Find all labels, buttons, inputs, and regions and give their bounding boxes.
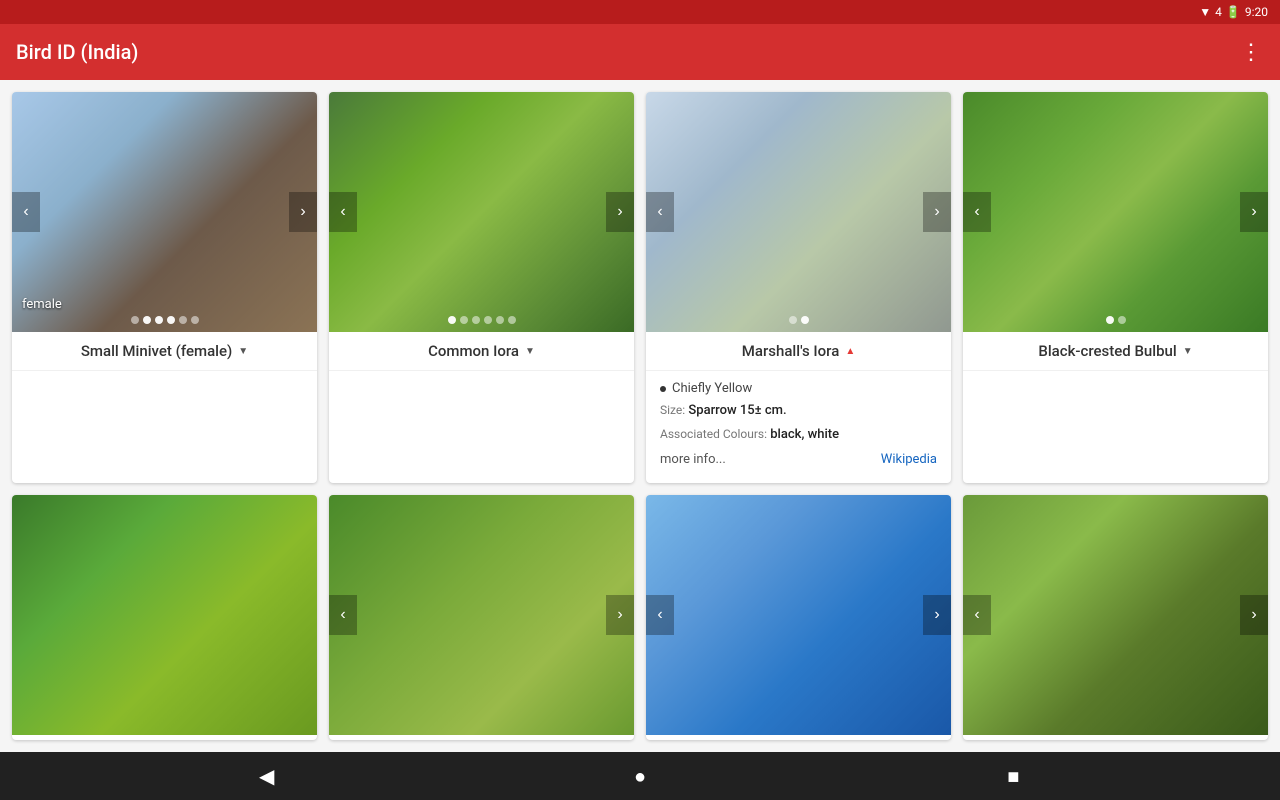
dot-2 — [143, 316, 151, 324]
card-title-row-black-crested[interactable]: Black-crested Bulbul ▼ — [963, 332, 1268, 371]
card-row2-4: ‹ › — [963, 495, 1268, 740]
prev-btn-row2-3[interactable]: ‹ — [646, 595, 674, 635]
size-line: Size: Sparrow 15± cm. — [660, 402, 937, 420]
app-title: Bird ID (India) — [16, 40, 138, 64]
dot-5 — [179, 316, 187, 324]
next-btn-row2-3[interactable]: › — [923, 595, 951, 635]
more-info-link[interactable]: more info... — [660, 452, 726, 467]
dot-4 — [167, 316, 175, 324]
card-row2-3: ‹ › — [646, 495, 951, 740]
title-arrow-black-crested: ▼ — [1183, 346, 1193, 357]
bottom-nav: ◀ ● ■ — [0, 752, 1280, 800]
next-btn-black-crested[interactable]: › — [1240, 192, 1268, 232]
dots-black-crested — [1106, 316, 1126, 324]
menu-button[interactable]: ⋮ — [1240, 40, 1264, 65]
status-icons: ▼ 4 🔋 9:20 — [1199, 5, 1268, 19]
size-value: Sparrow 15± cm. — [688, 403, 786, 418]
dot-ci-6 — [508, 316, 516, 324]
dots-small-minivet — [131, 316, 199, 324]
dot-ci-1 — [448, 316, 456, 324]
recents-button[interactable]: ■ — [993, 756, 1033, 796]
prev-btn-row2-4[interactable]: ‹ — [963, 595, 991, 635]
dots-marshalls-iora — [789, 316, 809, 324]
dot-mi-2 — [801, 316, 809, 324]
card-title-row-small-minivet[interactable]: Small Minivet (female) ▼ — [12, 332, 317, 371]
next-btn-row2-4[interactable]: › — [1240, 595, 1268, 635]
status-bar: ▼ 4 🔋 9:20 — [0, 0, 1280, 24]
card-common-iora: ‹ › Common Iora ▼ — [329, 92, 634, 483]
card-image-black-crested-bulbul: ‹ › — [963, 92, 1268, 332]
home-button[interactable]: ● — [620, 756, 660, 796]
card-info-marshalls-iora: Chiefly Yellow Size: Sparrow 15± cm. Ass… — [646, 371, 951, 477]
dot-ci-4 — [484, 316, 492, 324]
prev-btn-marshalls-iora[interactable]: ‹ — [646, 192, 674, 232]
dot-ci-3 — [472, 316, 480, 324]
card-row2-1 — [12, 495, 317, 740]
dot-3 — [155, 316, 163, 324]
signal-icon: 4 — [1215, 5, 1222, 19]
card-image-row2-4: ‹ › — [963, 495, 1268, 735]
prev-btn-small-minivet[interactable]: ‹ — [12, 192, 40, 232]
colours-value: black, white — [770, 427, 839, 442]
title-arrow-common-iora: ▼ — [525, 346, 535, 357]
dot-ci-5 — [496, 316, 504, 324]
title-arrow-marshalls-iora: ▲ — [845, 346, 855, 357]
size-label: Size: — [660, 403, 685, 417]
prev-btn-black-crested[interactable]: ‹ — [963, 192, 991, 232]
bird-grid: ‹ › female Small Minivet (female) ▼ ‹ › — [0, 80, 1280, 752]
back-button[interactable]: ◀ — [247, 756, 287, 796]
card-title-common-iora: Common Iora — [428, 342, 519, 360]
time: 9:20 — [1245, 5, 1268, 19]
wifi-icon: ▼ — [1199, 5, 1211, 19]
card-title-row-marshalls-iora[interactable]: Marshall's Iora ▲ — [646, 332, 951, 371]
card-image-row2-3: ‹ › — [646, 495, 951, 735]
card-image-row2-1 — [12, 495, 317, 735]
next-btn-row2-2[interactable]: › — [606, 595, 634, 635]
card-small-minivet: ‹ › female Small Minivet (female) ▼ — [12, 92, 317, 483]
card-title-row-common-iora[interactable]: Common Iora ▼ — [329, 332, 634, 371]
colours-label: Associated Colours: — [660, 427, 767, 441]
bullet-icon — [660, 386, 666, 392]
dot-6 — [191, 316, 199, 324]
next-btn-small-minivet[interactable]: › — [289, 192, 317, 232]
battery-icon: 🔋 — [1226, 5, 1241, 19]
card-image-small-minivet: ‹ › female — [12, 92, 317, 332]
card-marshalls-iora: ‹ › Marshall's Iora ▲ Chiefly Yellow Siz… — [646, 92, 951, 483]
dot-mi-1 — [789, 316, 797, 324]
dot-bcb-1 — [1106, 316, 1114, 324]
prev-btn-common-iora[interactable]: ‹ — [329, 192, 357, 232]
next-btn-marshalls-iora[interactable]: › — [923, 192, 951, 232]
dot-ci-2 — [460, 316, 468, 324]
prev-btn-row2-2[interactable]: ‹ — [329, 595, 357, 635]
card-image-row2-2: ‹ › — [329, 495, 634, 735]
chiefly-yellow-text: Chiefly Yellow — [672, 381, 752, 396]
chiefly-yellow-item: Chiefly Yellow — [660, 381, 937, 396]
colours-line: Associated Colours: black, white — [660, 426, 937, 444]
app-bar: Bird ID (India) ⋮ — [0, 24, 1280, 80]
card-image-common-iora: ‹ › — [329, 92, 634, 332]
card-black-crested-bulbul: ‹ › Black-crested Bulbul ▼ — [963, 92, 1268, 483]
title-arrow-small-minivet: ▼ — [238, 346, 248, 357]
card-row2-2: ‹ › — [329, 495, 634, 740]
wikipedia-link[interactable]: Wikipedia — [881, 452, 937, 467]
info-links: more info... Wikipedia — [660, 452, 937, 467]
card-title-black-crested: Black-crested Bulbul — [1038, 342, 1176, 360]
card-title-small-minivet: Small Minivet (female) — [81, 342, 232, 360]
card-title-marshalls-iora: Marshall's Iora — [742, 342, 840, 360]
card-image-marshalls-iora: ‹ › — [646, 92, 951, 332]
dot-bcb-2 — [1118, 316, 1126, 324]
overlay-label-small-minivet: female — [22, 297, 62, 312]
dot-1 — [131, 316, 139, 324]
next-btn-common-iora[interactable]: › — [606, 192, 634, 232]
dots-common-iora — [448, 316, 516, 324]
